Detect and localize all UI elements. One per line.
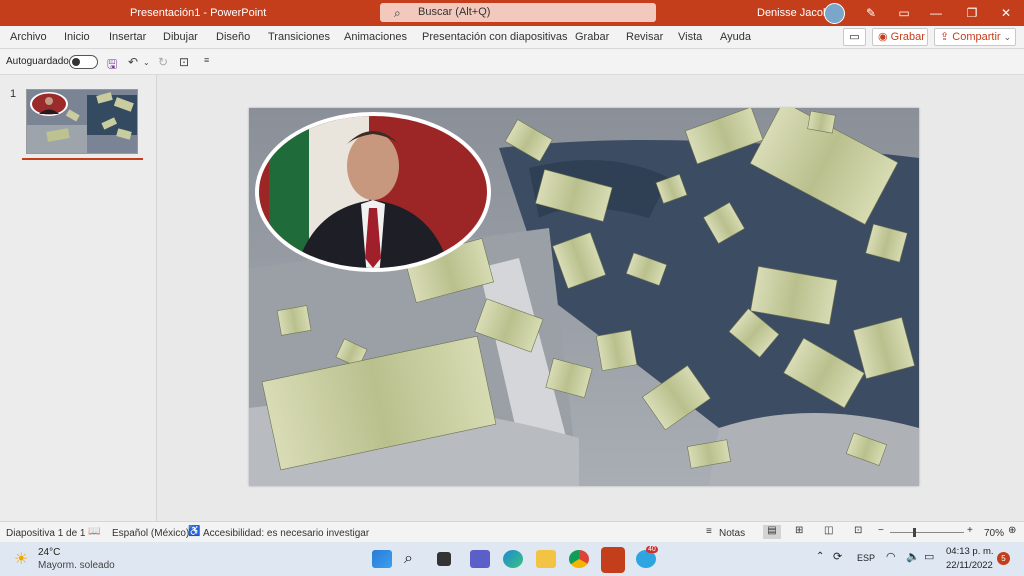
start-icon[interactable] [372, 550, 392, 568]
record-icon: ◉ [878, 31, 888, 43]
zoom-level[interactable]: 70% [984, 528, 1004, 539]
share-icon: ⇪ [940, 31, 950, 43]
slideshow-icon[interactable]: ⊡ [854, 525, 862, 536]
clock-time[interactable]: 04:13 p. m. [946, 546, 994, 557]
ribbon-display-icon[interactable]: ▭ [892, 4, 916, 22]
tab-dibujar[interactable]: Dibujar [163, 31, 198, 43]
teams-icon[interactable] [470, 550, 490, 568]
powerpoint-icon[interactable] [601, 547, 625, 573]
input-language[interactable]: ESP [857, 553, 875, 563]
tab-animaciones[interactable]: Animaciones [344, 31, 407, 43]
normal-view-icon[interactable]: ▤ [763, 525, 781, 539]
weather-icon: ☀ [14, 551, 29, 568]
comment-icon: ▭ [849, 31, 860, 43]
volume-icon[interactable]: 🔈 [906, 550, 920, 563]
slide-number: 1 [10, 88, 17, 100]
avatar[interactable] [824, 3, 845, 24]
record-button[interactable]: ◉ Grabar [872, 28, 928, 46]
undo-icon[interactable]: ↶ [128, 55, 138, 69]
thumbnail-selection-line [22, 158, 143, 160]
window-title: Presentación1 - PowerPoint [130, 7, 267, 19]
minimize-icon[interactable]: — [924, 4, 948, 22]
autosave-label: Autoguardado [6, 56, 69, 67]
notes-icon: ≡ [706, 526, 712, 537]
taskbar: ☀ 24°C Mayorm. soleado ⌕ 40 ⌃ ⟳ ESP ◠ 🔈 … [0, 542, 1024, 576]
redo-icon[interactable]: ↻ [158, 55, 168, 69]
search-placeholder: Buscar (Alt+Q) [418, 6, 491, 18]
tab-inicio[interactable]: Inicio [64, 31, 90, 43]
save-icon[interactable]: 🖫 [107, 55, 117, 76]
pen-icon[interactable]: ✎ [859, 4, 883, 22]
restore-icon[interactable]: ❐ [960, 4, 984, 22]
zoom-out-icon[interactable]: − [878, 525, 884, 536]
zoom-slider[interactable] [890, 532, 964, 533]
search-icon: ⌕ [394, 6, 401, 20]
zoom-slider-thumb[interactable] [913, 528, 916, 537]
record-label: Grabar [890, 31, 925, 43]
zoom-in-icon[interactable]: + [967, 525, 973, 536]
tab-vista[interactable]: Vista [678, 31, 702, 43]
search-taskbar-icon[interactable]: ⌕ [404, 550, 424, 568]
tab-revisar[interactable]: Revisar [626, 31, 663, 43]
clock-date[interactable]: 22/11/2022 [946, 560, 993, 571]
accessibility-status[interactable]: Accesibilidad: es necesario investigar [203, 528, 369, 539]
search-box[interactable]: ⌕ Buscar (Alt+Q) [380, 3, 656, 22]
battery-icon[interactable]: ▭ [924, 550, 934, 563]
tab-presentacion[interactable]: Presentación con diapositivas [422, 31, 568, 43]
tab-insertar[interactable]: Insertar [109, 31, 146, 43]
weather-temp[interactable]: 24°C [38, 547, 60, 558]
close-icon[interactable]: ✕ [994, 4, 1018, 22]
file-explorer-icon[interactable] [536, 550, 556, 568]
tab-transiciones[interactable]: Transiciones [268, 31, 330, 43]
undo-dropdown-icon[interactable]: ⌄ [143, 58, 150, 67]
reading-view-icon[interactable]: ◫ [824, 525, 833, 536]
slide-thumbnail[interactable] [26, 89, 138, 154]
notes-button[interactable]: Notas [719, 528, 745, 539]
edge-icon[interactable] [503, 550, 523, 568]
title-bar: Presentación1 - PowerPoint ⌕ Buscar (Alt… [0, 0, 1024, 26]
fit-slide-icon[interactable]: ⊕ [1008, 525, 1016, 536]
comments-button[interactable]: ▭ [843, 28, 866, 46]
status-bar: Diapositiva 1 de 1 📖 Español (México) ♿ … [0, 521, 1024, 543]
weather-desc[interactable]: Mayorm. soleado [38, 560, 115, 571]
autosave-toggle[interactable] [69, 55, 98, 69]
tab-ayuda[interactable]: Ayuda [720, 31, 751, 43]
share-button[interactable]: ⇪ Compartir ⌄ [934, 28, 1016, 46]
customize-qat-icon[interactable]: ≡ [204, 55, 209, 65]
slide-info: Diapositiva 1 de 1 [6, 528, 86, 539]
tray-chevron-icon[interactable]: ⌃ [816, 551, 824, 562]
spelling-icon[interactable]: 📖 [88, 526, 100, 537]
telegram-badge: 40 [646, 546, 658, 553]
chevron-down-icon: ⌄ [1003, 32, 1012, 42]
share-label: Compartir [952, 31, 1001, 43]
present-icon[interactable]: ⊡ [179, 55, 189, 69]
tab-archivo[interactable]: Archivo [10, 31, 47, 43]
ribbon-tabs: Archivo Inicio Insertar Dibujar Diseño T… [0, 26, 1024, 49]
slide-sorter-icon[interactable]: ⊞ [795, 525, 803, 536]
tab-grabar[interactable]: Grabar [575, 31, 609, 43]
slide-canvas[interactable] [249, 108, 919, 486]
accessibility-icon: ♿ [188, 526, 201, 537]
chrome-icon[interactable] [569, 550, 589, 568]
notification-badge[interactable]: 5 [997, 552, 1010, 565]
language-status[interactable]: Español (México) [112, 528, 189, 539]
task-view-icon[interactable] [437, 552, 451, 566]
tab-diseno[interactable]: Diseño [216, 31, 250, 43]
wifi-icon[interactable]: ◠ [886, 550, 896, 563]
sync-icon[interactable]: ⟳ [833, 550, 842, 563]
quick-access-toolbar: Autoguardado 🖫 ↶ ⌄ ↻ ⊡ ≡ [0, 49, 1024, 75]
